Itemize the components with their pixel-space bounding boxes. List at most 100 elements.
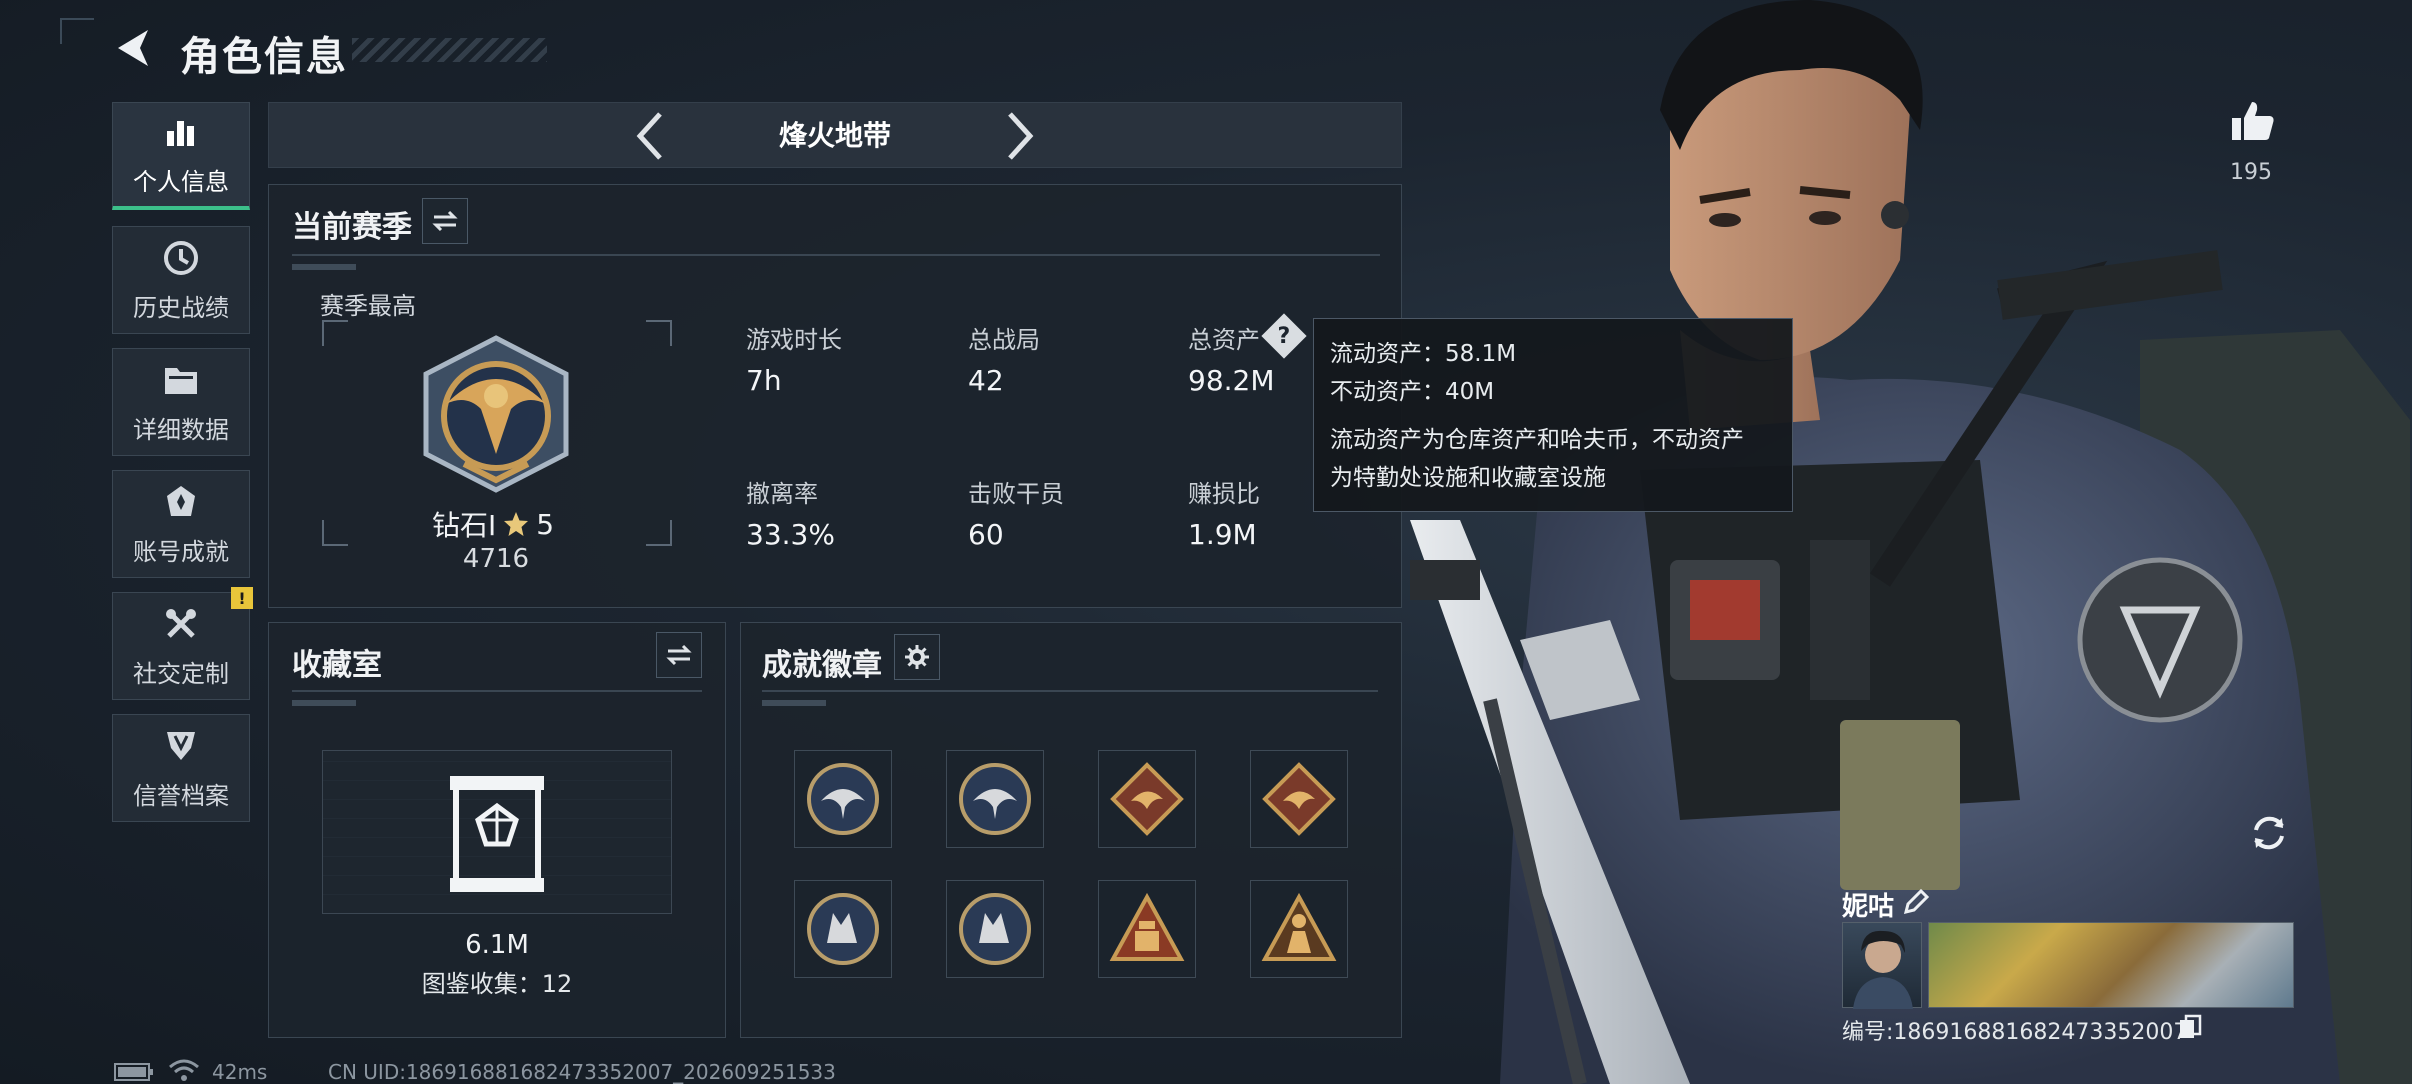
sidebar-item-label: 个人信息 xyxy=(133,168,229,196)
tooltip-description-2: 为特勤处设施和收藏室设施 xyxy=(1330,465,1606,491)
sidebar-item-label: 账号成就 xyxy=(133,537,229,566)
corner-decoration xyxy=(60,18,94,44)
folder-icon xyxy=(161,360,201,400)
achievement-badge[interactable] xyxy=(1098,880,1196,978)
season-title: 当前赛季 xyxy=(292,210,412,245)
rank-stars: 5 xyxy=(536,507,555,541)
frame-corner xyxy=(322,320,348,346)
tooltip-liquid-assets: 流动资产：58.1M xyxy=(1330,341,1517,367)
vault-icon xyxy=(450,776,544,892)
rank-score: 4716 xyxy=(462,544,530,574)
assets-tooltip: 流动资产：58.1M 不动资产：40M 流动资产为仓库资产和哈夫币，不动资产 为… xyxy=(1313,318,1793,512)
back-arrow-icon[interactable] xyxy=(112,26,156,70)
divider xyxy=(292,254,1380,256)
copy-icon[interactable] xyxy=(2178,1014,2202,1040)
like-count: 195 xyxy=(2230,160,2272,185)
sidebar-item-label: 信誉档案 xyxy=(133,781,229,810)
player-id: 编号:186916881682473352007 xyxy=(1842,1020,2188,1045)
divider-dash xyxy=(292,264,356,270)
achievement-badge[interactable] xyxy=(794,750,892,848)
stat-label-total-assets: 总资产 xyxy=(1188,326,1260,354)
edit-icon[interactable] xyxy=(1902,888,1930,916)
page-title: 角色信息 xyxy=(180,34,348,80)
chevron-right-icon[interactable] xyxy=(1000,110,1040,162)
bar-chart-icon xyxy=(161,112,201,152)
player-name: 妮咕 xyxy=(1842,892,1895,922)
season-best-label: 赛季最高 xyxy=(320,292,416,320)
title-decoration xyxy=(352,38,547,62)
achievements-title: 成就徽章 xyxy=(762,648,882,683)
tools-icon xyxy=(161,604,201,644)
sidebar-item-history[interactable]: 历史战绩 xyxy=(112,226,250,334)
collection-switch-button[interactable] xyxy=(656,632,702,678)
collection-title: 收藏室 xyxy=(292,648,382,683)
stat-label-playtime: 游戏时长 xyxy=(746,326,842,354)
divider-dash xyxy=(762,700,826,706)
player-banner[interactable] xyxy=(1928,922,2294,1008)
rank-row: 钻石Ⅰ 5 xyxy=(432,504,554,544)
achievement-icon xyxy=(161,482,201,522)
achievement-badge[interactable] xyxy=(946,880,1044,978)
swap-icon xyxy=(666,644,692,666)
collection-value: 6.1M xyxy=(465,930,529,960)
tooltip-fixed-assets: 不动资产：40M xyxy=(1330,379,1495,405)
wifi-icon xyxy=(169,1059,199,1081)
achievement-badge[interactable] xyxy=(794,880,892,978)
eagle-badge-icon xyxy=(959,763,1031,835)
thumbs-up-icon[interactable] xyxy=(2230,98,2276,144)
pyramid-badge-icon xyxy=(1109,892,1185,961)
shield-emblem-icon xyxy=(161,726,201,766)
divider xyxy=(762,690,1378,692)
wolf-badge-icon xyxy=(959,893,1031,965)
eagle-badge-icon xyxy=(807,763,879,835)
mode-label: 烽火地带 xyxy=(778,119,891,152)
stat-value-profit-ratio: 1.9M xyxy=(1188,518,1257,551)
season-switch-button[interactable] xyxy=(422,198,468,244)
sidebar-item-achievements[interactable]: 账号成就 xyxy=(112,470,250,578)
stat-value-kills: 60 xyxy=(968,518,1004,551)
frame-corner xyxy=(322,520,348,546)
sidebar-item-reputation[interactable]: 信誉档案 xyxy=(112,714,250,822)
chevron-left-icon[interactable] xyxy=(630,110,670,162)
figure-badge-icon xyxy=(1261,892,1337,961)
tooltip-description-1: 流动资产为仓库资产和哈夫币，不动资产 xyxy=(1330,427,1744,453)
frame-corner xyxy=(646,520,672,546)
divider-dash xyxy=(292,700,356,706)
star-icon xyxy=(504,512,529,536)
ping-text: 42ms xyxy=(212,1060,268,1084)
rank-emblem-icon xyxy=(423,335,569,493)
stat-label-extract-rate: 撤离率 xyxy=(746,480,818,508)
sidebar-item-personal-info[interactable]: 个人信息 xyxy=(112,102,250,210)
stat-value-playtime: 7h xyxy=(746,364,782,397)
achievement-badge[interactable] xyxy=(1098,750,1196,848)
achievements-settings-button[interactable] xyxy=(894,634,940,680)
achievement-badge[interactable] xyxy=(1250,880,1348,978)
stat-value-extract-rate: 33.3% xyxy=(746,518,835,551)
sidebar-item-label: 详细数据 xyxy=(133,415,229,444)
clock-icon xyxy=(161,238,201,278)
gear-icon xyxy=(905,645,929,669)
divider xyxy=(292,690,702,692)
stat-value-matches: 42 xyxy=(968,364,1004,397)
sidebar-item-detailed-data[interactable]: 详细数据 xyxy=(112,348,250,456)
rotate-icon[interactable] xyxy=(2246,810,2292,856)
collection-catalog: 图鉴收集：12 xyxy=(421,970,573,998)
battery-icon xyxy=(114,1063,153,1081)
stat-value-total-assets: 98.2M xyxy=(1188,364,1275,397)
rank-name: 钻石Ⅰ xyxy=(432,509,497,542)
frame-corner xyxy=(646,320,672,346)
dragon-badge-icon xyxy=(1262,762,1336,836)
sidebar-item-label: 社交定制 xyxy=(133,659,229,688)
uid-text: CN UID:186916881682473352007_20260925153… xyxy=(328,1060,836,1084)
achievement-badge[interactable] xyxy=(1250,750,1348,848)
stat-label-profit-ratio: 赚损比 xyxy=(1188,480,1260,508)
dragon-badge-icon xyxy=(1110,762,1184,836)
wolf-badge-icon xyxy=(807,893,879,965)
stat-label-kills: 击败干员 xyxy=(968,480,1064,508)
sidebar-item-label: 历史战绩 xyxy=(133,293,229,322)
stat-label-matches: 总战局 xyxy=(968,326,1040,354)
swap-icon xyxy=(432,210,458,232)
avatar[interactable] xyxy=(1842,922,1922,1009)
achievement-badge[interactable] xyxy=(946,750,1044,848)
sidebar-item-social[interactable]: 社交定制 ! xyxy=(112,587,253,700)
